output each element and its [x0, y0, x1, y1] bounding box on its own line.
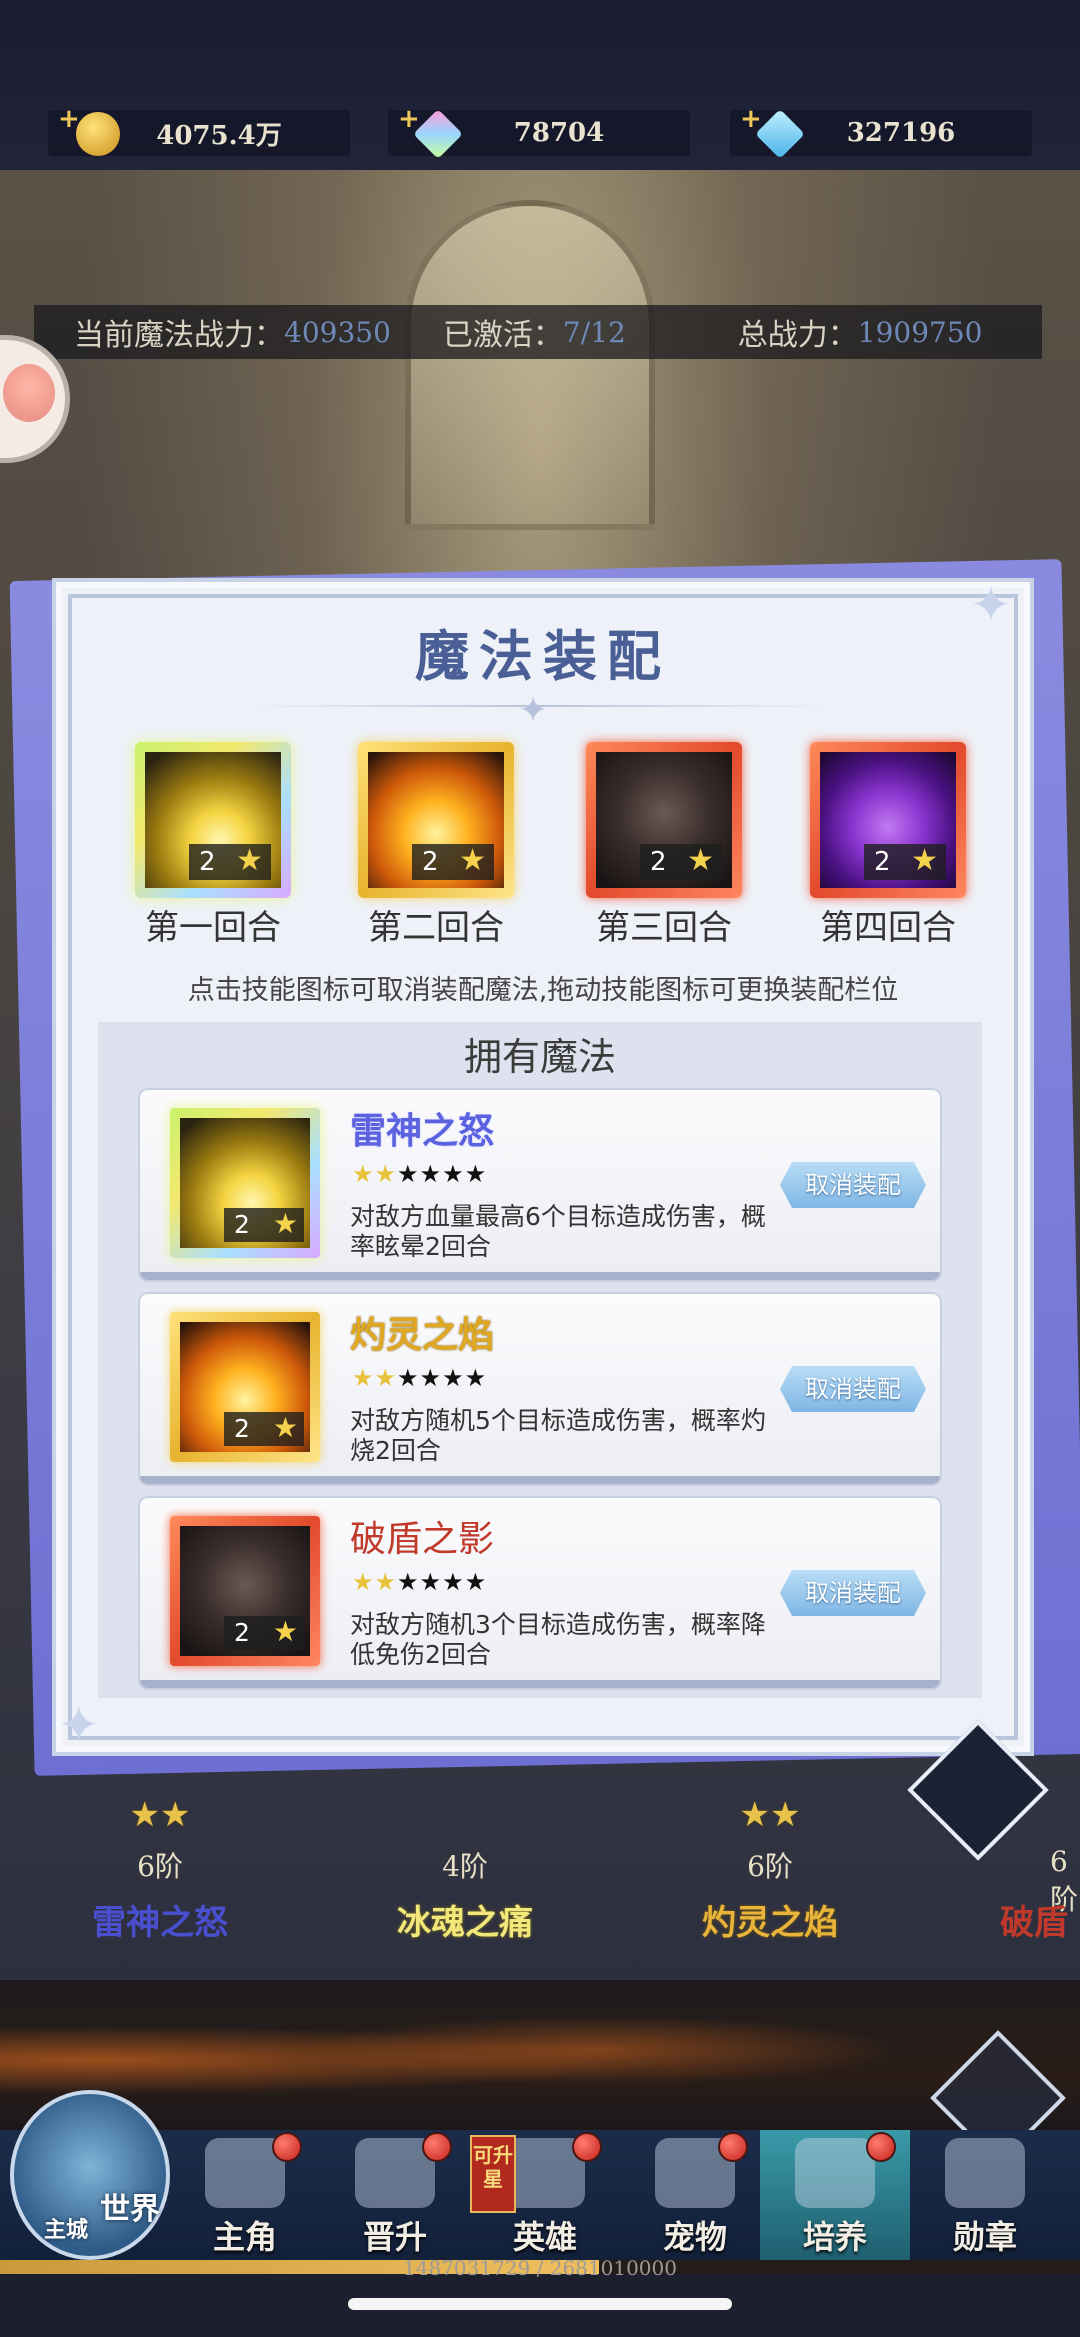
card-name: 雷神之怒 [92, 1903, 228, 1943]
fire-skill-icon[interactable]: 2 ★ [170, 1312, 320, 1462]
train-icon [795, 2138, 875, 2208]
magic-description: 对敌方随机3个目标造成伤害，概率降低免伤2回合 [350, 1610, 766, 1669]
owned-magic-item: 2 ★ 破盾之影 ★★★★★★ 对敌方随机3个目标造成伤害，概率降低免伤2回合 取… [140, 1498, 940, 1688]
star-icon: ★ [236, 843, 263, 878]
star-icon: ★ [911, 843, 938, 878]
card-name: 灼灵之焰 [702, 1903, 838, 1943]
resource-blue-gem[interactable]: + 327196 [730, 104, 1032, 159]
magic-name: 雷神之怒 [350, 1111, 495, 1152]
activated-value: 7/12 [562, 315, 626, 349]
lava-glow [0, 2000, 1080, 2120]
notification-dot [718, 2132, 748, 2162]
star-icon: ★ [687, 843, 714, 878]
upgrade-star-tag: 可升星 [470, 2135, 516, 2213]
skill-level-badge: 2 ★ [189, 843, 271, 880]
card-tier: 6阶 [137, 1850, 183, 1883]
sparkle-icon: ✦ [58, 1696, 100, 1754]
activated-label: 已激活： [442, 318, 563, 353]
resource-gold[interactable]: + 4075.4万 [48, 104, 350, 156]
total-power-label: 总战力： [737, 318, 858, 353]
owned-magic-title: 拥有魔法 [463, 1035, 616, 1079]
equip-slot-round-2[interactable]: 2 ★ [358, 742, 514, 898]
title-divider [250, 705, 830, 707]
notification-dot [572, 2132, 602, 2162]
skill-level-badge: 2 ★ [224, 1615, 304, 1650]
shadow-skill-icon[interactable]: 2 ★ [170, 1516, 320, 1666]
magic-description: 对敌方随机5个目标造成伤害，概率灼烧2回合 [350, 1406, 766, 1465]
nav-medals[interactable]: 勋章 [910, 2130, 1060, 2260]
equip-slot-round-3[interactable]: 2 ★ [586, 742, 742, 898]
magic-power-value: 409350 [284, 315, 391, 349]
card-name: 冰魂之痛 [397, 1903, 533, 1943]
star-rating: ★★★★★★ [352, 1160, 488, 1188]
exp-text: 1487031729 / 2681010000 [403, 2256, 677, 2280]
total-power-value: 1909750 [857, 315, 983, 349]
avatar [3, 364, 55, 422]
equip-slot-round-4[interactable]: 2 ★ [810, 742, 966, 898]
city-label: 主城 [44, 2218, 89, 2243]
card-tier: 4阶 [442, 1850, 488, 1883]
skill-level-badge: 2 ★ [224, 1207, 304, 1242]
star-rating: ★★★★★★ [352, 1364, 488, 1392]
world-button[interactable]: 世界 主城 [10, 2090, 170, 2260]
blue-gem-icon [755, 109, 805, 159]
star-rating: ★★★★★★ [352, 1568, 488, 1596]
slot-label: 第一回合 [145, 908, 281, 948]
medal-icon [945, 2138, 1025, 2208]
owned-magic-item: 2 ★ 灼灵之焰 ★★★★★★ 对敌方随机5个目标造成伤害，概率灼烧2回合 取消装… [140, 1294, 940, 1484]
notification-dot [272, 2132, 302, 2162]
sparkle-icon: ✦ [518, 690, 549, 731]
slot-label: 第二回合 [368, 908, 504, 948]
notification-dot [866, 2132, 896, 2162]
gold-coin-icon [76, 112, 120, 156]
skill-level-badge: 2 ★ [412, 843, 494, 880]
star-icon: ★ [272, 1615, 298, 1648]
card-stars: ★★ [739, 1795, 801, 1835]
star-icon: ★ [272, 1207, 298, 1240]
resource-rainbow-gem[interactable]: + 78704 [388, 104, 690, 159]
card-stars: ★★ [129, 1795, 191, 1835]
equip-slot-round-1[interactable]: 2 ★ [135, 742, 291, 898]
slot-label: 第三回合 [596, 908, 732, 948]
notification-dot [422, 2132, 452, 2162]
slot-label: 第四回合 [820, 908, 956, 948]
star-icon: ★ [459, 843, 486, 878]
instruction-text: 点击技能图标可取消装配魔法,拖动技能图标可更换装配栏位 [187, 975, 899, 1006]
power-info-bar: 当前魔法战力： 409350 已激活： 7/12 总战力： 1909750 [34, 305, 1042, 359]
star-icon: ★ [272, 1411, 298, 1444]
card-tier: 6阶 [747, 1850, 793, 1883]
magic-name: 破盾之影 [350, 1519, 495, 1560]
dialog-title: 魔法装配 [415, 624, 671, 688]
thunder-skill-icon[interactable]: 2 ★ [170, 1108, 320, 1258]
magic-description: 对敌方血量最高6个目标造成伤害，概率眩晕2回合 [350, 1202, 766, 1261]
arched-window [405, 200, 655, 530]
rainbow-gem-icon [413, 109, 463, 159]
skill-level-badge: 2 ★ [864, 843, 946, 880]
unequip-button[interactable]: 取消装配 [780, 1570, 926, 1616]
magic-power-label: 当前魔法战力： [74, 318, 284, 353]
magic-name: 灼灵之焰 [350, 1315, 495, 1356]
skill-level-badge: 2 ★ [640, 843, 722, 880]
owned-magic-item: 2 ★ 雷神之怒 ★★★★★★ 对敌方血量最高6个目标造成伤害，概率眩晕2回合 取… [140, 1090, 940, 1280]
world-label: 世界 [100, 2192, 160, 2227]
home-indicator[interactable] [348, 2298, 732, 2310]
card-name: 破盾 [1000, 1903, 1068, 1943]
unequip-button[interactable]: 取消装配 [780, 1162, 926, 1208]
unequip-button[interactable]: 取消装配 [780, 1366, 926, 1412]
skill-level-badge: 2 ★ [224, 1411, 304, 1446]
